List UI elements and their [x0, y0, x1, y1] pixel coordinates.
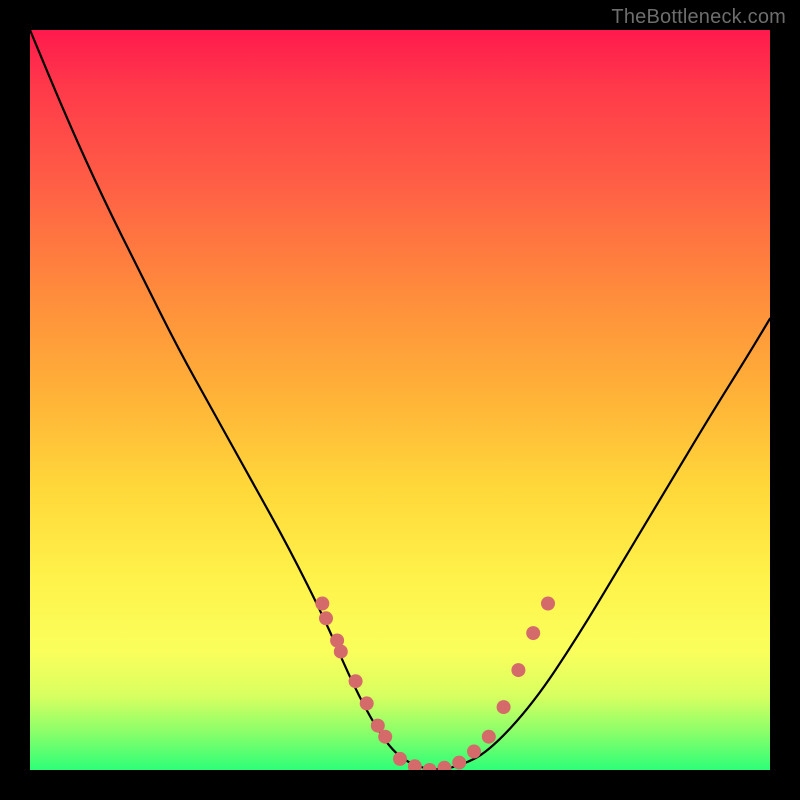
- marker-dot: [315, 597, 329, 611]
- marker-dot: [482, 730, 496, 744]
- marker-dot: [467, 745, 481, 759]
- marker-dot: [378, 730, 392, 744]
- marker-dots: [315, 597, 555, 771]
- plot-area: [30, 30, 770, 770]
- curve-svg: [30, 30, 770, 770]
- marker-dot: [360, 696, 374, 710]
- marker-dot: [497, 700, 511, 714]
- marker-dot: [526, 626, 540, 640]
- marker-dot: [408, 759, 422, 770]
- marker-dot: [437, 761, 451, 770]
- marker-dot: [393, 752, 407, 766]
- marker-dot: [371, 719, 385, 733]
- marker-dot: [423, 763, 437, 770]
- marker-dot: [349, 674, 363, 688]
- marker-dot: [330, 634, 344, 648]
- chart-frame: TheBottleneck.com: [0, 0, 800, 800]
- curve-line: [30, 30, 770, 769]
- marker-dot: [319, 611, 333, 625]
- marker-dot: [334, 645, 348, 659]
- watermark-text: TheBottleneck.com: [611, 6, 786, 29]
- marker-dot: [452, 756, 466, 770]
- marker-dot: [511, 663, 525, 677]
- marker-dot: [541, 597, 555, 611]
